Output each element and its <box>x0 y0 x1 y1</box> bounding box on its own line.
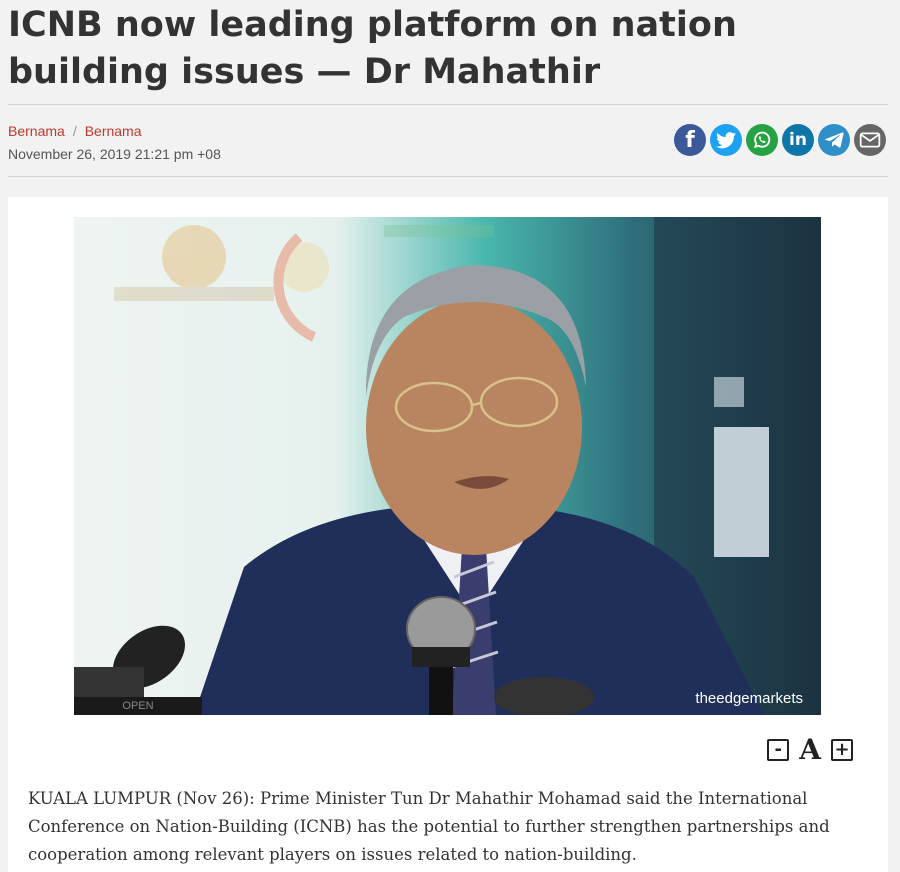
publish-date: November 26, 2019 21:21 pm +08 <box>8 146 221 162</box>
divider-bottom <box>8 176 888 177</box>
photo-credit: theedgemarkets <box>695 690 803 707</box>
font-size-label[interactable]: A <box>799 736 821 764</box>
author-separator: / <box>72 123 77 139</box>
email-share-button[interactable] <box>854 124 886 156</box>
email-icon <box>859 132 881 148</box>
photo-illustration <box>74 217 821 715</box>
whatsapp-icon <box>753 131 771 148</box>
article-photo: theedgemarkets OPEN <box>74 217 821 715</box>
twitter-icon <box>716 131 736 148</box>
increase-font-button[interactable]: + <box>831 739 853 761</box>
share-bar: f in <box>674 124 886 156</box>
decrease-font-button[interactable]: - <box>767 739 790 761</box>
author-link[interactable]: Bernama <box>8 123 65 139</box>
facebook-icon: f <box>685 127 695 153</box>
article-content: theedgemarkets OPEN - A + KUALA LUMPUR (… <box>8 197 888 872</box>
facebook-share-button[interactable]: f <box>674 124 706 156</box>
whatsapp-share-button[interactable] <box>746 124 778 156</box>
minus-icon: - <box>774 739 782 760</box>
linkedin-share-button[interactable]: in <box>782 124 814 156</box>
source-link[interactable]: Bernama <box>85 123 142 139</box>
author-line: Bernama / Bernama <box>8 123 142 139</box>
open-label: OPEN <box>74 697 202 715</box>
linkedin-icon: in <box>789 130 807 150</box>
article-title: ICNB now leading platform on nation buil… <box>8 5 737 92</box>
twitter-share-button[interactable] <box>710 124 742 156</box>
font-size-controls: - A + <box>767 736 853 764</box>
article-paragraph: KUALA LUMPUR (Nov 26): Prime Minister Tu… <box>28 789 830 864</box>
telegram-share-button[interactable] <box>818 124 850 156</box>
telegram-icon <box>824 132 844 148</box>
plus-icon: + <box>834 739 850 760</box>
divider-top <box>8 104 888 105</box>
